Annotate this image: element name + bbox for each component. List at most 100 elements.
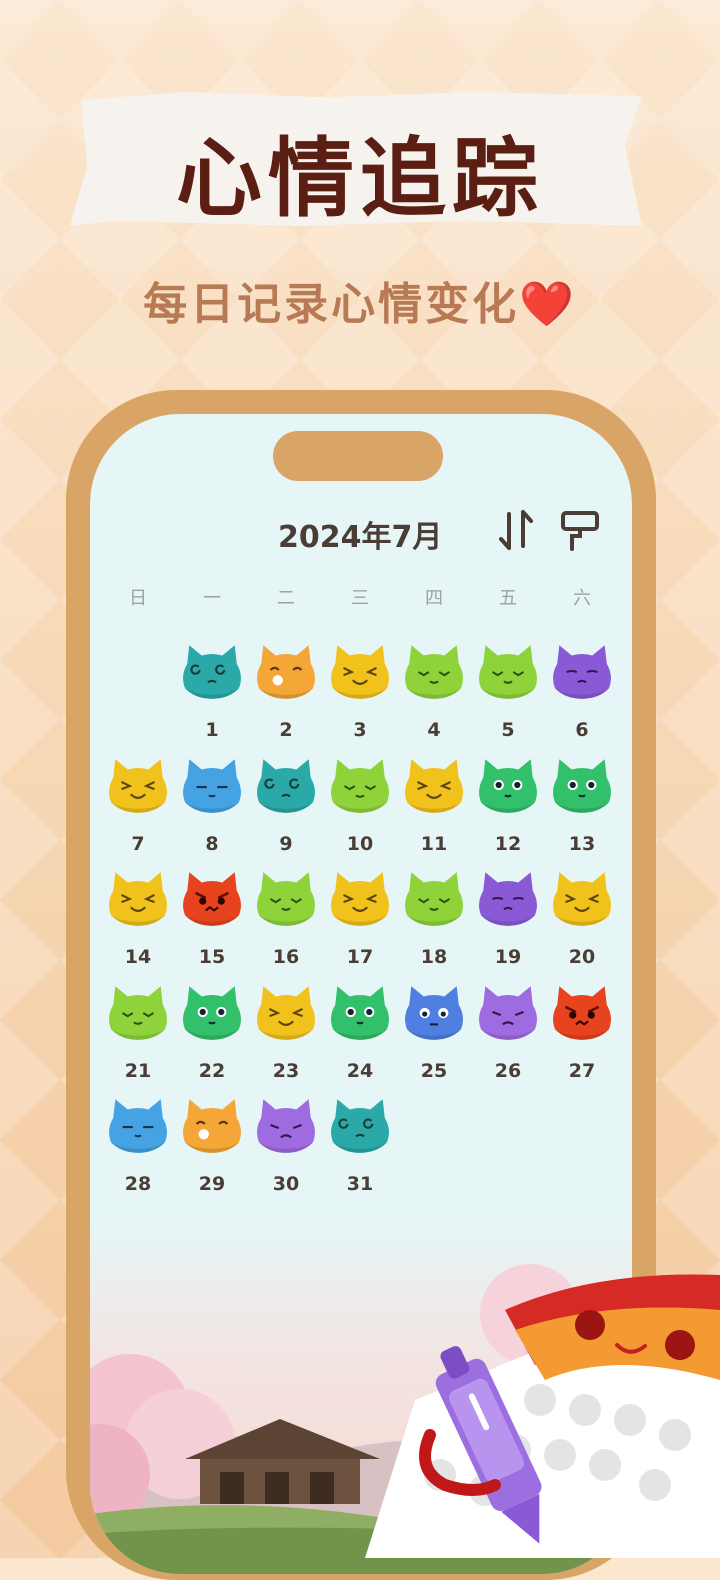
calendar-day-number: 19 (494, 946, 522, 968)
calendar-grid: 1 2 3 4 5 6 7 8 9 10 11 12 13 14 15 16 17 18 19 20 21 22 23 24 2… (101, 414, 619, 1195)
calendar-day[interactable]: 10 (323, 755, 397, 865)
calendar-day[interactable]: 22 (175, 982, 249, 1092)
calendar-day[interactable]: 11 (397, 755, 471, 865)
mood-cat-icon (331, 758, 389, 813)
calendar-day-number: 5 (501, 719, 515, 741)
heart-emoji: ❤️ (519, 279, 577, 330)
mood-cat-icon (257, 758, 315, 813)
month-label: 2024年7月 (278, 520, 443, 555)
calendar-day[interactable]: 8 (175, 755, 249, 865)
calendar-day[interactable]: 19 (471, 868, 545, 978)
calendar-day-number: 26 (494, 1059, 522, 1082)
mood-cat-icon (331, 1099, 389, 1153)
calendar-day-number: 25 (420, 1059, 448, 1082)
calendar-day-number: 11 (420, 832, 448, 855)
calendar-day[interactable]: 14 (101, 868, 175, 978)
calendar-day[interactable]: 3 (323, 641, 397, 751)
mood-cat-icon (479, 872, 537, 926)
calendar-day-number: 16 (272, 946, 300, 968)
calendar-day[interactable]: 25 (397, 982, 471, 1092)
mood-cat-icon (109, 758, 167, 813)
mood-cat-icon (405, 985, 463, 1040)
calendar-day[interactable]: 9 (249, 755, 323, 865)
mood-cat-icon (405, 758, 463, 813)
mood-cat-icon (553, 872, 611, 926)
mood-cat-icon (331, 645, 389, 699)
calendar-day-number: 9 (279, 832, 293, 855)
calendar-day[interactable]: 29 (175, 1095, 249, 1205)
mood-cat-icon (183, 872, 241, 926)
calendar-day-number: 28 (124, 1173, 152, 1195)
calendar-day-number: 22 (198, 1059, 226, 1082)
calendar-day-number: 12 (494, 832, 522, 855)
paint-roller-icon[interactable] (560, 510, 600, 552)
mood-cat-icon (479, 645, 537, 699)
calendar-day-number: 3 (353, 719, 367, 741)
mood-cat-icon (405, 872, 463, 926)
calendar-day-number: 2 (279, 719, 293, 741)
mood-cat-icon (479, 758, 537, 813)
calendar-day-number: 14 (124, 946, 152, 968)
mood-cat-icon (553, 985, 611, 1040)
page-title: 心情追踪 (176, 129, 544, 229)
calendar-day-number: 30 (272, 1173, 300, 1195)
calendar-day-number: 10 (346, 832, 374, 855)
weekday-fri: 五 (499, 588, 517, 609)
calendar-day-number: 1 (205, 719, 219, 741)
mood-cat-icon (183, 1099, 241, 1153)
mood-cat-icon (109, 1099, 167, 1153)
calendar-day[interactable]: 30 (249, 1095, 323, 1205)
calendar-day[interactable]: 7 (101, 755, 175, 865)
calendar-day[interactable]: 20 (545, 868, 619, 978)
mood-cat-icon (331, 985, 389, 1040)
calendar-day[interactable]: 21 (101, 982, 175, 1092)
phone-notch (273, 431, 443, 481)
calendar-day[interactable]: 6 (545, 641, 619, 751)
calendar-day[interactable]: 4 (397, 641, 471, 751)
calendar-day[interactable]: 2 (249, 641, 323, 751)
calendar-day-number: 15 (198, 946, 226, 968)
calendar-day[interactable]: 15 (175, 868, 249, 978)
mood-cat-icon (553, 758, 611, 813)
mood-cat-icon (257, 1099, 315, 1153)
calendar-day[interactable]: 13 (545, 755, 619, 865)
calendar-day-number: 8 (205, 832, 219, 855)
weekday-sun: 日 (129, 588, 147, 609)
mood-cat-icon (257, 872, 315, 926)
calendar-day[interactable]: 12 (471, 755, 545, 865)
calendar-day-number: 24 (346, 1059, 374, 1082)
mood-cat-icon (109, 985, 167, 1040)
weekday-tue: 二 (277, 588, 295, 609)
calendar-day[interactable]: 18 (397, 868, 471, 978)
calendar-day-number: 20 (568, 946, 596, 968)
diary-mascot-illustration (365, 1274, 720, 1558)
calendar-day[interactable]: 28 (101, 1095, 175, 1205)
calendar-day-number: 23 (272, 1059, 300, 1082)
calendar-day[interactable]: 16 (249, 868, 323, 978)
mood-cat-icon (553, 645, 611, 699)
weekday-sat: 六 (573, 588, 591, 609)
mood-cat-icon (183, 985, 241, 1040)
weekday-thu: 四 (425, 588, 443, 609)
calendar-day-number: 18 (420, 946, 448, 968)
calendar-day[interactable]: 24 (323, 982, 397, 1092)
page-subtitle: 每日记录心情变化❤️ (0, 268, 720, 332)
mood-cat-icon (405, 645, 463, 699)
mood-cat-icon (257, 645, 315, 699)
mood-cat-icon (183, 645, 241, 699)
calendar-day[interactable]: 26 (471, 982, 545, 1092)
weekday-wed: 三 (351, 588, 369, 609)
calendar-day[interactable]: 27 (545, 982, 619, 1092)
calendar-day-number: 27 (568, 1059, 596, 1082)
calendar-day-number: 29 (198, 1173, 226, 1195)
calendar-day-number: 6 (575, 719, 589, 741)
subtitle-text: 每日记录心情变化 (143, 279, 520, 330)
calendar-day[interactable]: 31 (323, 1095, 397, 1205)
calendar-day[interactable]: 23 (249, 982, 323, 1092)
sort-arrows-icon[interactable] (498, 508, 534, 552)
calendar-day[interactable]: 1 (175, 641, 249, 751)
calendar-day[interactable]: 5 (471, 641, 545, 751)
calendar-day[interactable]: 17 (323, 868, 397, 978)
weekday-mon: 一 (203, 588, 221, 609)
calendar-day-number: 4 (427, 719, 441, 741)
